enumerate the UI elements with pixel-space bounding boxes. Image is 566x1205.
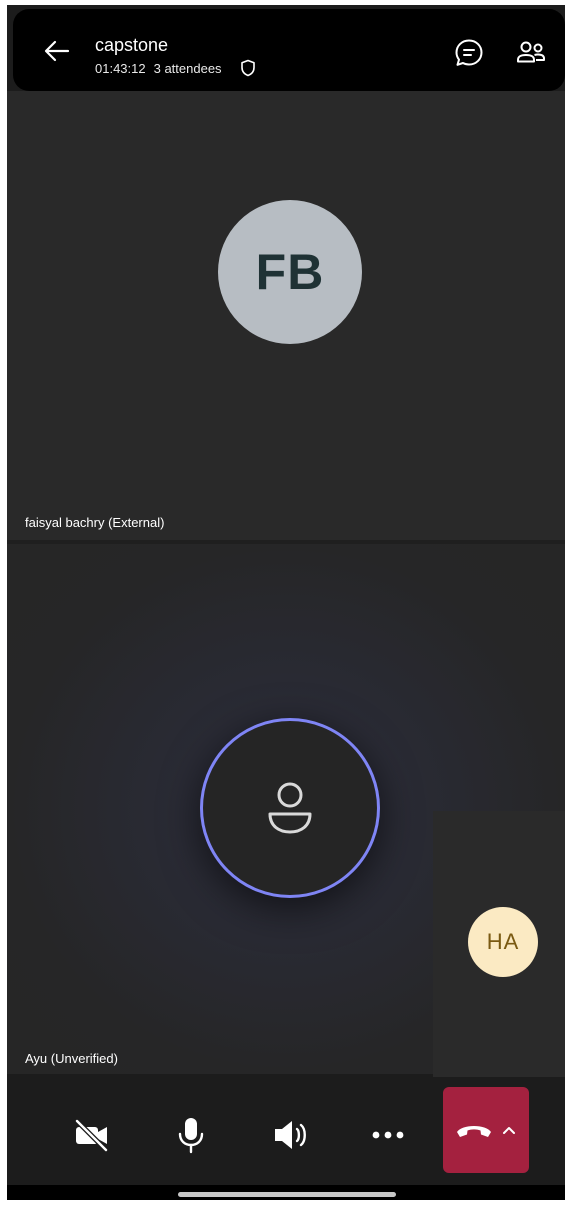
microphone-icon [178,1118,204,1154]
more-icon [372,1131,404,1139]
person-icon [268,782,312,834]
phone-hangup-icon [457,1126,491,1137]
speaker-button[interactable] [269,1113,313,1157]
participants-button[interactable] [511,33,551,73]
home-indicator[interactable] [178,1192,396,1197]
self-avatar: HA [468,907,538,977]
hang-up-button[interactable] [443,1087,529,1173]
microphone-button[interactable] [169,1113,213,1157]
participant-name: Ayu (Unverified) [25,1051,118,1066]
speaking-avatar [200,718,380,898]
meeting-meta: 01:43:12 3 attendees [95,59,256,77]
back-button[interactable] [39,33,75,69]
camera-toggle-button[interactable] [70,1113,114,1157]
chevron-up-icon [503,1127,515,1134]
more-options-button[interactable] [366,1113,410,1157]
attendee-count: 3 attendees [153,60,222,76]
meeting-title: capstone [95,35,169,55]
call-header: capstone 01:43:12 3 attendees [13,9,565,91]
chat-button[interactable] [449,33,489,73]
call-duration: 01:43:12 [95,60,146,76]
participant-name: faisyal bachry (External) [25,515,165,530]
chat-icon [455,39,483,66]
speaker-icon [275,1121,306,1149]
participant-avatar: FB [218,200,362,344]
camera-off-icon [74,1118,109,1153]
people-icon [517,41,545,63]
shield-icon [240,59,256,77]
arrow-left-icon [44,40,70,62]
call-screen: capstone 01:43:12 3 attendees FB faisyal… [7,5,565,1200]
